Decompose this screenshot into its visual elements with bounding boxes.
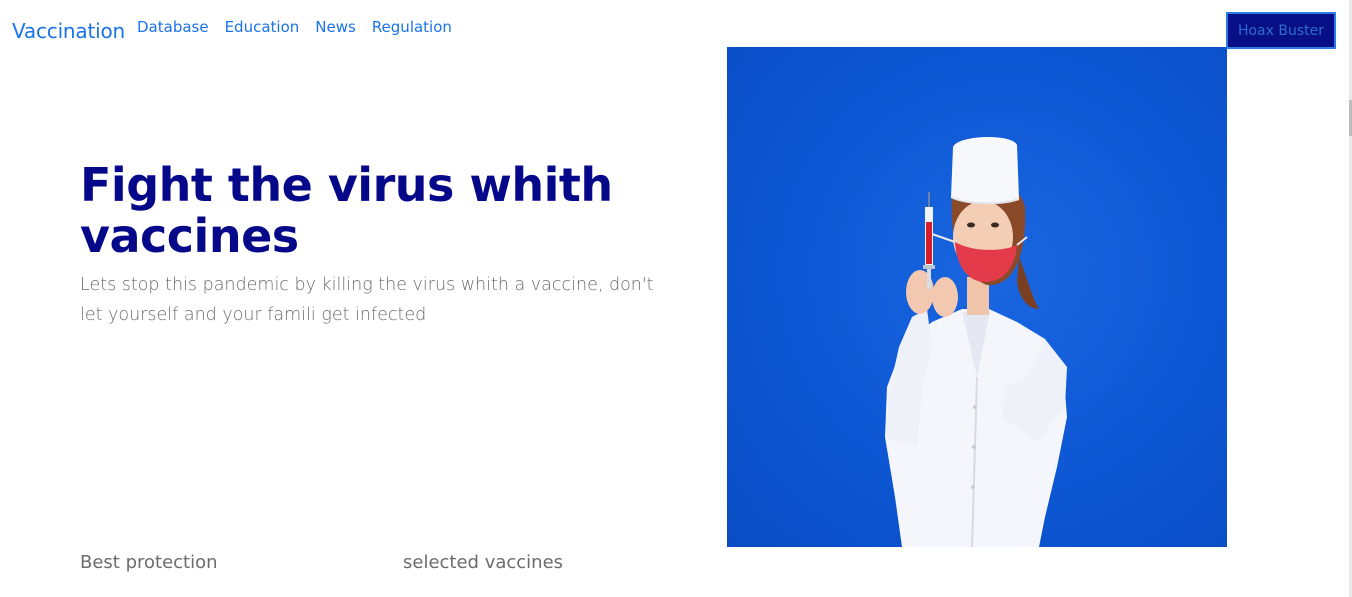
nav-link-database[interactable]: Database	[137, 18, 209, 36]
brand-link[interactable]: Vaccination	[12, 19, 125, 43]
nav-link-news[interactable]: News	[315, 18, 356, 36]
feature-selected-vaccines: selected vaccines	[403, 552, 564, 573]
nav-link-regulation[interactable]: Regulation	[372, 18, 452, 36]
nurse-with-syringe-icon	[885, 136, 1067, 547]
hoax-buster-button[interactable]: Hoax Buster	[1226, 12, 1336, 49]
hero-image	[727, 47, 1227, 547]
hero-title: Fight the virus whith vaccines	[80, 158, 613, 263]
nav-link-education[interactable]: Education	[225, 18, 300, 36]
feature-best-protection: Best protection	[80, 552, 218, 573]
hero-subtitle: Lets stop this pandemic by killing the v…	[80, 275, 654, 325]
page: Vaccination Database Education News Regu…	[0, 0, 1352, 597]
main-nav: Database Education News Regulation	[137, 18, 468, 36]
